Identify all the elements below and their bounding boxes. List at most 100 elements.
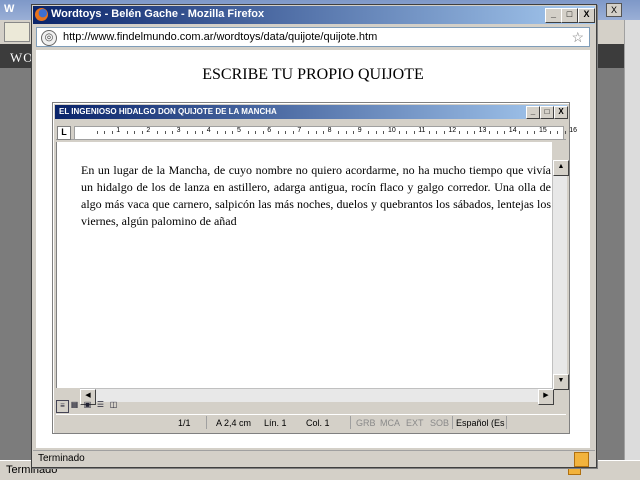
ruler-tick [156,131,158,134]
ruler-scale[interactable]: 1 2 3 4 5 6 7 8 9 10 11 12 13 14 15 16 [74,126,577,140]
popup-status-text: Terminado [38,453,85,464]
ruler[interactable]: L 1 2 3 4 5 6 7 8 9 10 11 12 13 14 15 16 [56,124,577,140]
ruler-tick [353,131,355,134]
ruler-number: 8 [327,127,332,134]
ruler-number: 14 [508,127,517,134]
editor-titlebar: EL INGENIOSO HIDALGO DON QUIJOTE DE LA M… [55,105,568,119]
vertical-scrollbar[interactable]: ▲ ▼ [552,160,569,390]
firefox-logo-icon [35,8,48,21]
ruler-tick [104,131,106,134]
ruler-tick [489,131,491,134]
ruler-tick [413,131,415,134]
scroll-right-icon[interactable]: ▶ [538,389,554,405]
status-separator [350,416,351,429]
editor-status-bar: 1/1 A 2,4 cm Lín. 1 Col. 1 GRB MCA EXT S… [56,414,566,430]
background-close-icon[interactable]: X [606,3,622,17]
document-text[interactable]: En un lugar de la Mancha, de cuyo nombre… [81,162,551,230]
popup-maximize-button[interactable]: □ [561,8,578,23]
ruler-tick [443,131,445,134]
ruler-tick [202,131,204,134]
ruler-number: 16 [569,127,577,134]
popup-title: Wordtoys - Belén Gache - Mozilla Firefox [51,8,265,20]
ruler-tick [111,131,113,134]
page-title: ESCRIBE TU PROPIO QUIJOTE [202,66,424,83]
status-column: Col. 1 [306,418,330,428]
ruler-tick [398,131,400,134]
ruler-tick [194,131,196,134]
ruler-tick [96,131,98,134]
ruler-number: 7 [297,127,302,134]
popup-minimize-button[interactable]: _ [545,8,562,23]
ruler-number: 11 [418,127,426,134]
ruler-tick [406,131,408,134]
print-view-icon[interactable]: ▣ [82,400,93,411]
ruler-number: 13 [478,127,487,134]
ruler-number: 12 [448,127,457,134]
edit-page-icon[interactable] [574,452,589,467]
document-area[interactable]: En un lugar de la Mancha, de cuyo nombre… [56,142,552,388]
horizontal-scrollbar[interactable]: ◀ ▶ [80,388,554,405]
ruler-tick [526,131,528,134]
status-separator [452,416,453,429]
scroll-down-icon[interactable]: ▼ [553,374,569,390]
ruler-tick [436,131,438,134]
background-window-title: W [4,3,15,15]
background-scrollbar[interactable] [624,20,640,460]
ruler-tick [338,131,340,134]
ruler-number: 15 [539,127,547,134]
popup-close-button[interactable]: X [578,8,595,23]
url-text[interactable]: http://www.findelmundo.com.ar/wordtoys/d… [63,31,377,43]
ruler-tick [172,131,174,134]
ruler-tick [557,131,559,134]
reading-view-icon[interactable]: ◫ [108,400,119,411]
ruler-number: 1 [116,127,121,134]
status-separator [506,416,507,429]
status-language: Español (Es [456,418,505,428]
ruler-tick [496,131,498,134]
outline-view-icon[interactable]: ☰ [95,400,106,411]
bookmark-star-icon[interactable]: ☆ [571,29,584,46]
scroll-up-icon[interactable]: ▲ [553,160,569,176]
url-bar[interactable]: ◎ http://www.findelmundo.com.ar/wordtoys… [36,27,590,47]
ruler-tick [255,131,257,134]
ruler-tick [141,131,143,134]
editor-minimize-button[interactable]: _ [526,106,540,119]
editor-maximize-button[interactable]: □ [540,106,554,119]
status-position: A 2,4 cm [216,418,252,428]
ruler-tick [534,131,536,134]
ruler-tick [564,131,566,134]
status-mca[interactable]: MCA [380,418,400,428]
ruler-tick [134,131,136,134]
ruler-tick [126,131,128,134]
status-ext[interactable]: EXT [406,418,424,428]
ruler-tick [232,131,234,134]
ruler-tick [292,131,294,134]
ruler-tick [224,131,226,134]
ruler-number: 2 [146,127,151,134]
ruler-tick [345,131,347,134]
globe-icon: ◎ [41,30,57,46]
ruler-tick [262,131,264,134]
background-tab[interactable] [4,22,30,42]
ruler-tick [247,131,249,134]
ruler-tick [164,131,166,134]
editor-title: EL INGENIOSO HIDALGO DON QUIJOTE DE LA M… [59,107,277,116]
ruler-tick [466,131,468,134]
ruler-number: 3 [176,127,181,134]
editor-close-button[interactable]: X [554,106,568,119]
ruler-tick [315,131,317,134]
ruler-tick [187,131,189,134]
status-separator [206,416,207,429]
popup-titlebar: Wordtoys - Belén Gache - Mozilla Firefox… [33,6,595,24]
status-sob[interactable]: SOB [430,418,449,428]
ruler-number: 5 [237,127,241,134]
ruler-number: 9 [357,127,362,134]
normal-view-icon[interactable]: ≡ [56,400,69,413]
web-view-icon[interactable]: ▦ [69,400,80,411]
ruler-number: 6 [267,127,272,134]
ruler-tick [504,131,506,134]
ruler-tick [458,131,460,134]
ruler-tick [277,131,279,134]
status-grb[interactable]: GRB [356,418,376,428]
ruler-tab-selector[interactable]: L [57,126,71,140]
